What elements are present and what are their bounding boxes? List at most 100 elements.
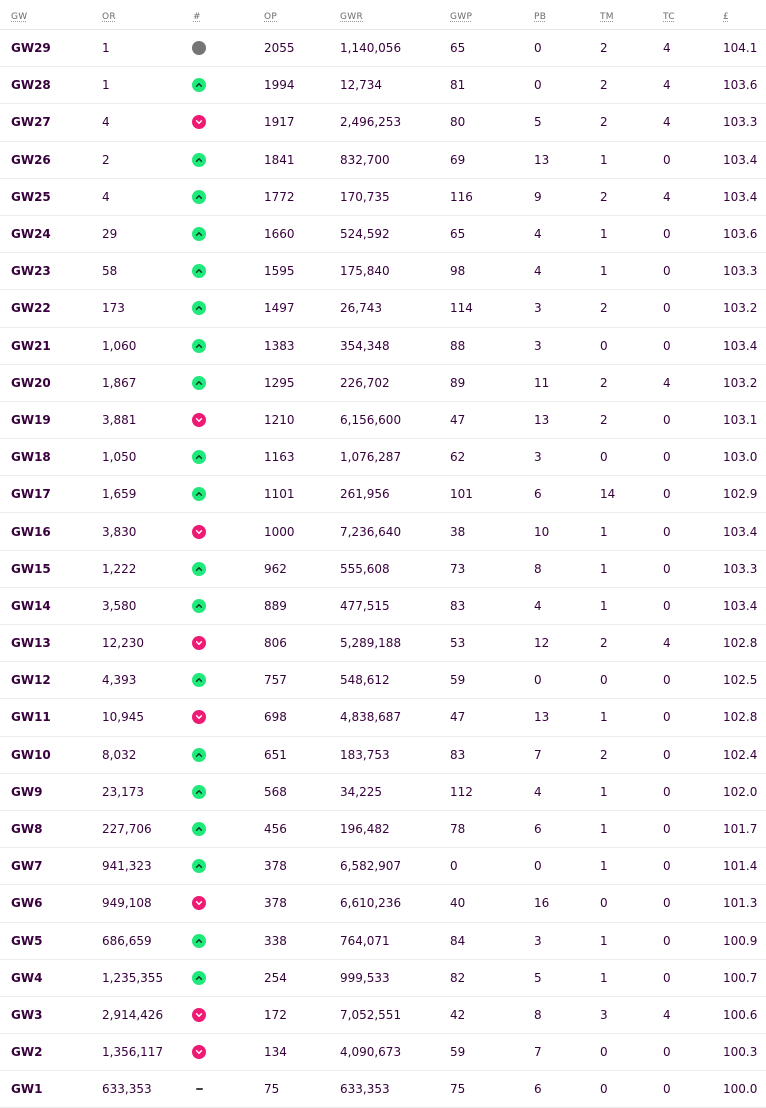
gameweek-rank-cell: 832,700 (340, 152, 390, 167)
gameweek-points-cell: 84 (450, 933, 466, 948)
table-row-gw14: GW14 3,580 889 477,515 83 4 1 0 103.4 (0, 588, 766, 625)
chevron-down-icon (192, 896, 206, 911)
overall-points-cell: 378 (264, 896, 287, 911)
table-row-gw22: GW22 173 1497 26,743 114 3 2 0 103.2 (0, 290, 766, 328)
header-or[interactable]: OR (102, 12, 116, 22)
gameweek-cell: GW18 (11, 450, 51, 465)
transfers-made-cell: 2 (600, 636, 608, 651)
transfers-made-cell: 1 (600, 859, 608, 874)
transfers-made-cell: 2 (600, 301, 608, 316)
gameweek-points-cell: 53 (450, 636, 466, 651)
transfers-cost-cell: 4 (663, 1007, 671, 1022)
gameweek-rank-cell: 12,734 (340, 78, 382, 93)
header-pb[interactable]: PB (534, 12, 546, 22)
chevron-up-icon (192, 375, 206, 390)
header-value[interactable]: £ (723, 12, 729, 22)
chevron-up-icon (192, 487, 206, 502)
overall-points-cell: 1917 (264, 115, 295, 130)
points-on-bench-cell: 13 (534, 710, 550, 725)
points-on-bench-cell: 0 (534, 859, 542, 874)
team-value-cell: 100.3 (723, 1045, 758, 1060)
transfers-made-cell: 1 (600, 524, 608, 539)
chevron-up-icon (192, 822, 206, 837)
gameweek-cell: GW21 (11, 338, 51, 353)
points-on-bench-cell: 13 (534, 412, 550, 427)
gameweek-cell: GW11 (11, 710, 51, 725)
chevron-down-icon (192, 710, 206, 725)
table-row-gw29: GW29 1 2055 1,140,056 65 0 2 4 104.1 (0, 30, 766, 68)
transfers-cost-cell: 4 (663, 41, 671, 56)
overall-points-cell: 1660 (264, 227, 295, 242)
points-on-bench-cell: 3 (534, 301, 542, 316)
table-row-gw19: GW19 3,881 1210 6,156,600 47 13 2 0 103.… (0, 402, 766, 440)
transfers-cost-cell: 0 (663, 412, 671, 427)
header-gwr[interactable]: GWR (340, 12, 363, 22)
team-value-cell: 103.3 (723, 561, 758, 576)
chevron-up-icon (192, 970, 206, 985)
header-gwp[interactable]: GWP (450, 12, 472, 22)
overall-points-cell: 568 (264, 784, 287, 799)
chevron-down-icon (192, 524, 206, 539)
transfers-made-cell: 0 (600, 896, 608, 911)
gameweek-rank-cell: 26,743 (340, 301, 382, 316)
table-row-gw23: GW23 58 1595 175,840 98 4 1 0 103.3 (0, 253, 766, 291)
gameweek-rank-cell: 354,348 (340, 338, 390, 353)
transfers-made-cell: 2 (600, 375, 608, 390)
overall-points-cell: 1210 (264, 412, 295, 427)
gameweek-rank-cell: 183,753 (340, 747, 390, 762)
dash-icon (192, 1082, 206, 1096)
team-value-cell: 103.0 (723, 450, 758, 465)
overall-points-cell: 1772 (264, 189, 295, 204)
chevron-down-icon (192, 412, 206, 427)
transfers-made-cell: 0 (600, 673, 608, 688)
chevron-up-icon (192, 338, 206, 353)
transfers-cost-cell: 4 (663, 78, 671, 93)
overall-points-cell: 254 (264, 970, 287, 985)
gameweek-points-cell: 69 (450, 152, 466, 167)
gameweek-cell: GW17 (11, 487, 51, 502)
team-value-cell: 103.3 (723, 264, 758, 279)
overall-points-cell: 338 (264, 933, 287, 948)
table-row-gw15: GW15 1,222 962 555,608 73 8 1 0 103.3 (0, 551, 766, 588)
gameweek-rank-cell: 524,592 (340, 227, 390, 242)
header-tm[interactable]: TM (600, 12, 614, 22)
gameweek-cell: GW12 (11, 673, 51, 688)
overall-rank-cell: 686,659 (102, 933, 152, 948)
transfers-made-cell: 1 (600, 710, 608, 725)
gameweek-cell: GW3 (11, 1007, 43, 1022)
gameweek-cell: GW10 (11, 747, 51, 762)
points-on-bench-cell: 3 (534, 933, 542, 948)
gameweek-rank-cell: 7,052,551 (340, 1007, 402, 1022)
header-gw[interactable]: GW (11, 12, 27, 22)
overall-rank-cell: 949,108 (102, 896, 152, 911)
transfers-made-cell: 1 (600, 933, 608, 948)
gameweek-rank-cell: 261,956 (340, 487, 390, 502)
points-on-bench-cell: 3 (534, 338, 542, 353)
team-value-cell: 103.4 (723, 524, 758, 539)
table-row-gw7: GW7 941,323 378 6,582,907 0 0 1 0 101.4 (0, 848, 766, 886)
overall-rank-cell: 3,580 (102, 598, 137, 613)
header-op[interactable]: OP (264, 12, 277, 22)
gameweek-cell: GW22 (11, 301, 51, 316)
gameweek-rank-cell: 196,482 (340, 822, 390, 837)
team-value-cell: 103.6 (723, 227, 758, 242)
overall-rank-cell: 1,356,117 (102, 1045, 164, 1060)
transfers-cost-cell: 0 (663, 450, 671, 465)
table-row-gw21: GW21 1,060 1383 354,348 88 3 0 0 103.4 (0, 328, 766, 365)
header-movement[interactable]: # (193, 12, 201, 22)
gameweek-points-cell: 65 (450, 227, 466, 242)
gameweek-rank-cell: 5,289,188 (340, 636, 402, 651)
transfers-cost-cell: 0 (663, 264, 671, 279)
gameweek-rank-cell: 6,610,236 (340, 896, 402, 911)
overall-rank-cell: 1 (102, 41, 110, 56)
team-value-cell: 102.8 (723, 710, 758, 725)
team-value-cell: 100.6 (723, 1007, 758, 1022)
gameweek-cell: GW14 (11, 598, 51, 613)
header-tc[interactable]: TC (663, 12, 675, 22)
gameweek-rank-cell: 2,496,253 (340, 115, 402, 130)
transfers-made-cell: 2 (600, 189, 608, 204)
points-on-bench-cell: 4 (534, 264, 542, 279)
transfers-cost-cell: 0 (663, 561, 671, 576)
gameweek-points-cell: 88 (450, 338, 466, 353)
table-row-gw11: GW11 10,945 698 4,838,687 47 13 1 0 102.… (0, 699, 766, 737)
